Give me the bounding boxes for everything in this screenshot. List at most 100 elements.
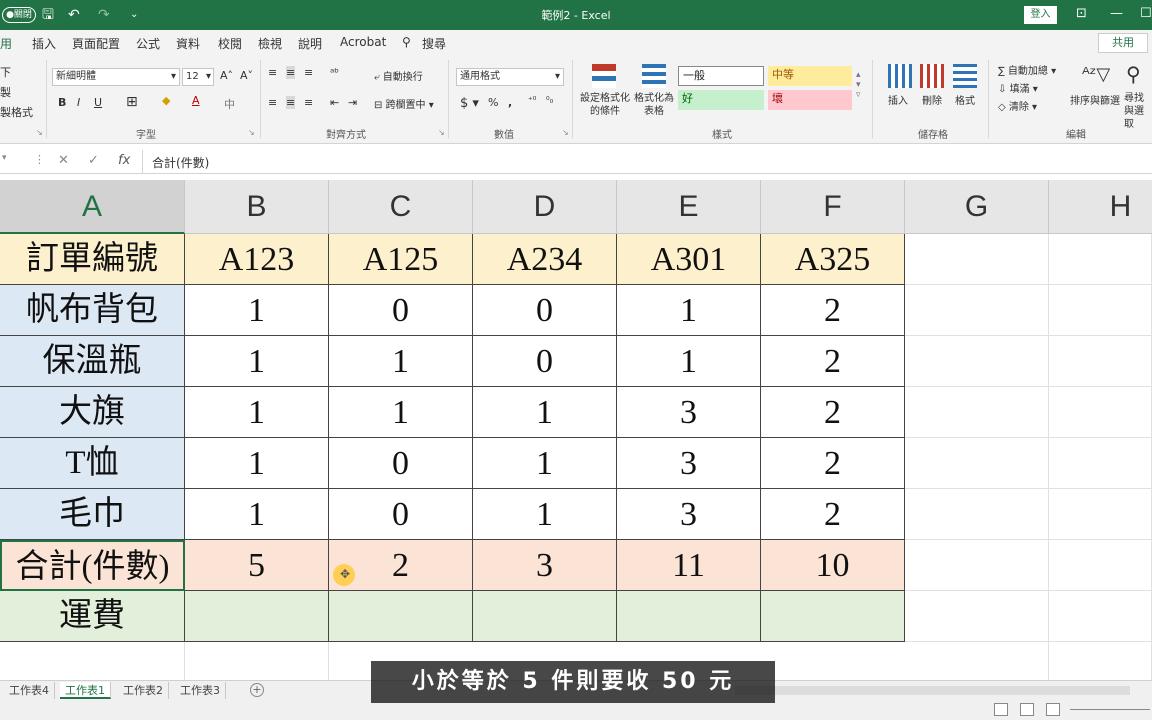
order-cell[interactable]: A125 xyxy=(329,234,473,285)
name-box-chevron-icon[interactable]: ▾ xyxy=(2,153,7,163)
fee-cell[interactable] xyxy=(761,591,905,642)
empty-cell[interactable] xyxy=(905,387,1049,438)
quantity-cell[interactable]: 1 xyxy=(329,387,473,438)
comma-icon[interactable]: , xyxy=(508,96,512,109)
quantity-cell[interactable]: 2 xyxy=(761,489,905,540)
tab-review[interactable]: 校閱 xyxy=(218,35,242,52)
quantity-cell[interactable]: 1 xyxy=(617,336,761,387)
sheet-tab[interactable]: 工作表2 xyxy=(118,682,169,699)
quantity-cell[interactable]: 0 xyxy=(329,438,473,489)
sheet-tab[interactable]: 工作表4 xyxy=(4,682,55,699)
align-middle-icon[interactable]: ≡ xyxy=(286,66,296,79)
worksheet-grid[interactable]: A B C D E F G H 訂單編號 A123 A125 A234 A301… xyxy=(0,180,1152,693)
fee-cell[interactable] xyxy=(473,591,617,642)
tab-home[interactable]: 用 xyxy=(0,35,12,52)
column-header-a[interactable]: A xyxy=(0,180,185,234)
bold-icon[interactable]: B xyxy=(58,96,66,109)
insert-cells-icon[interactable] xyxy=(888,64,912,88)
total-cell[interactable]: 3 xyxy=(473,540,617,591)
quantity-cell[interactable]: 2 xyxy=(761,387,905,438)
format-as-table-icon[interactable] xyxy=(642,64,666,88)
column-header-d[interactable]: D xyxy=(473,180,617,234)
empty-cell[interactable] xyxy=(1049,489,1152,540)
style-good[interactable]: 好 xyxy=(678,90,764,110)
copy-button[interactable]: 製 xyxy=(0,84,11,100)
empty-cell[interactable] xyxy=(905,489,1049,540)
column-header-c[interactable]: C xyxy=(329,180,473,234)
quantity-cell[interactable]: 1 xyxy=(185,387,329,438)
quantity-cell[interactable]: 2 xyxy=(761,285,905,336)
align-center-icon[interactable]: ≡ xyxy=(286,96,296,109)
sheet-tab-active[interactable]: 工作表1 xyxy=(60,682,111,699)
orientation-icon[interactable]: ᵃᵇ xyxy=(330,66,339,79)
align-top-icon[interactable]: ≡ xyxy=(268,66,277,79)
column-header-f[interactable]: F xyxy=(761,180,905,234)
fee-cell[interactable] xyxy=(617,591,761,642)
tab-formulas[interactable]: 公式 xyxy=(136,35,160,52)
decrease-decimal-icon[interactable]: ⁰₀ xyxy=(546,96,553,106)
align-right-icon[interactable]: ≡ xyxy=(304,96,313,109)
add-sheet-button[interactable]: + xyxy=(250,683,264,697)
quantity-cell[interactable]: 0 xyxy=(329,489,473,540)
normal-view-icon[interactable] xyxy=(994,703,1008,716)
quantity-cell[interactable]: 3 xyxy=(617,489,761,540)
cut-button[interactable]: 下 xyxy=(0,64,11,80)
sign-in-button[interactable]: 登入 xyxy=(1024,6,1057,24)
ribbon-display-icon[interactable]: ⊡ xyxy=(1076,6,1087,21)
item-label-cell[interactable]: T恤 xyxy=(0,438,185,489)
quantity-cell[interactable]: 1 xyxy=(617,285,761,336)
increase-indent-icon[interactable]: ⇥ xyxy=(348,96,357,109)
tab-search[interactable]: 搜尋 xyxy=(422,35,446,52)
order-cell[interactable]: A123 xyxy=(185,234,329,285)
font-launcher-icon[interactable]: ↘ xyxy=(248,128,255,137)
item-label-cell[interactable]: 毛巾 xyxy=(0,489,185,540)
fee-cell[interactable] xyxy=(185,591,329,642)
fee-label-cell[interactable]: 運費 xyxy=(0,591,185,642)
column-header-e[interactable]: E xyxy=(617,180,761,234)
empty-cell[interactable] xyxy=(1049,336,1152,387)
underline-icon[interactable]: U xyxy=(94,96,102,109)
share-button[interactable]: 共用 xyxy=(1098,33,1148,53)
quantity-cell[interactable]: 3 xyxy=(617,438,761,489)
order-cell[interactable]: A234 xyxy=(473,234,617,285)
empty-cell[interactable] xyxy=(1049,234,1152,285)
empty-cell[interactable] xyxy=(905,591,1049,642)
italic-icon[interactable]: I xyxy=(77,96,80,109)
style-normal[interactable]: 一般 xyxy=(678,66,764,86)
quantity-cell[interactable]: 1 xyxy=(473,489,617,540)
empty-cell[interactable] xyxy=(905,438,1049,489)
column-header-g[interactable]: G xyxy=(905,180,1049,234)
column-header-h[interactable]: H xyxy=(1049,180,1152,234)
currency-icon[interactable]: $ ▾ xyxy=(460,96,479,111)
find-select-button[interactable]: 尋找與選取 xyxy=(1124,92,1152,131)
page-break-view-icon[interactable] xyxy=(1046,703,1060,716)
number-format-select[interactable]: 通用格式 ▾ xyxy=(456,68,564,86)
increase-decimal-icon[interactable]: ⁺⁰ xyxy=(528,96,536,106)
clipboard-launcher-icon[interactable]: ↘ xyxy=(36,128,43,137)
order-cell[interactable]: A301 xyxy=(617,234,761,285)
empty-cell[interactable] xyxy=(1049,285,1152,336)
decrease-font-icon[interactable]: A˅ xyxy=(240,69,253,82)
number-launcher-icon[interactable]: ↘ xyxy=(562,128,569,137)
increase-font-icon[interactable]: A˄ xyxy=(220,69,233,82)
autosum-button[interactable]: ∑ 自動加總 ▾ xyxy=(998,62,1056,77)
empty-cell[interactable] xyxy=(1049,438,1152,489)
sheet-tab[interactable]: 工作表3 xyxy=(175,682,226,699)
phonetic-icon[interactable]: 中 xyxy=(224,96,235,112)
delete-cells-icon[interactable] xyxy=(920,64,944,88)
clear-button[interactable]: ◇ 清除 ▾ xyxy=(998,98,1037,113)
format-as-table-button[interactable]: 格式化為表格 xyxy=(634,92,674,118)
font-name-select[interactable]: 新細明體 ▾ xyxy=(52,68,180,86)
quantity-cell[interactable]: 3 xyxy=(617,387,761,438)
order-cell[interactable]: A325 xyxy=(761,234,905,285)
formula-input[interactable]: 合計(件數) xyxy=(152,154,209,171)
fill-color-icon[interactable]: ◆ xyxy=(162,94,170,107)
function-icon[interactable]: fx xyxy=(118,153,130,168)
fill-button[interactable]: ⇩ 填滿 ▾ xyxy=(998,80,1038,95)
page-layout-view-icon[interactable] xyxy=(1020,703,1034,716)
quantity-cell[interactable]: 1 xyxy=(185,489,329,540)
merge-center-button[interactable]: ⊟ 跨欄置中 ▾ xyxy=(374,96,434,111)
empty-cell[interactable] xyxy=(1049,387,1152,438)
quantity-cell[interactable]: 0 xyxy=(473,336,617,387)
quantity-cell[interactable]: 1 xyxy=(185,438,329,489)
